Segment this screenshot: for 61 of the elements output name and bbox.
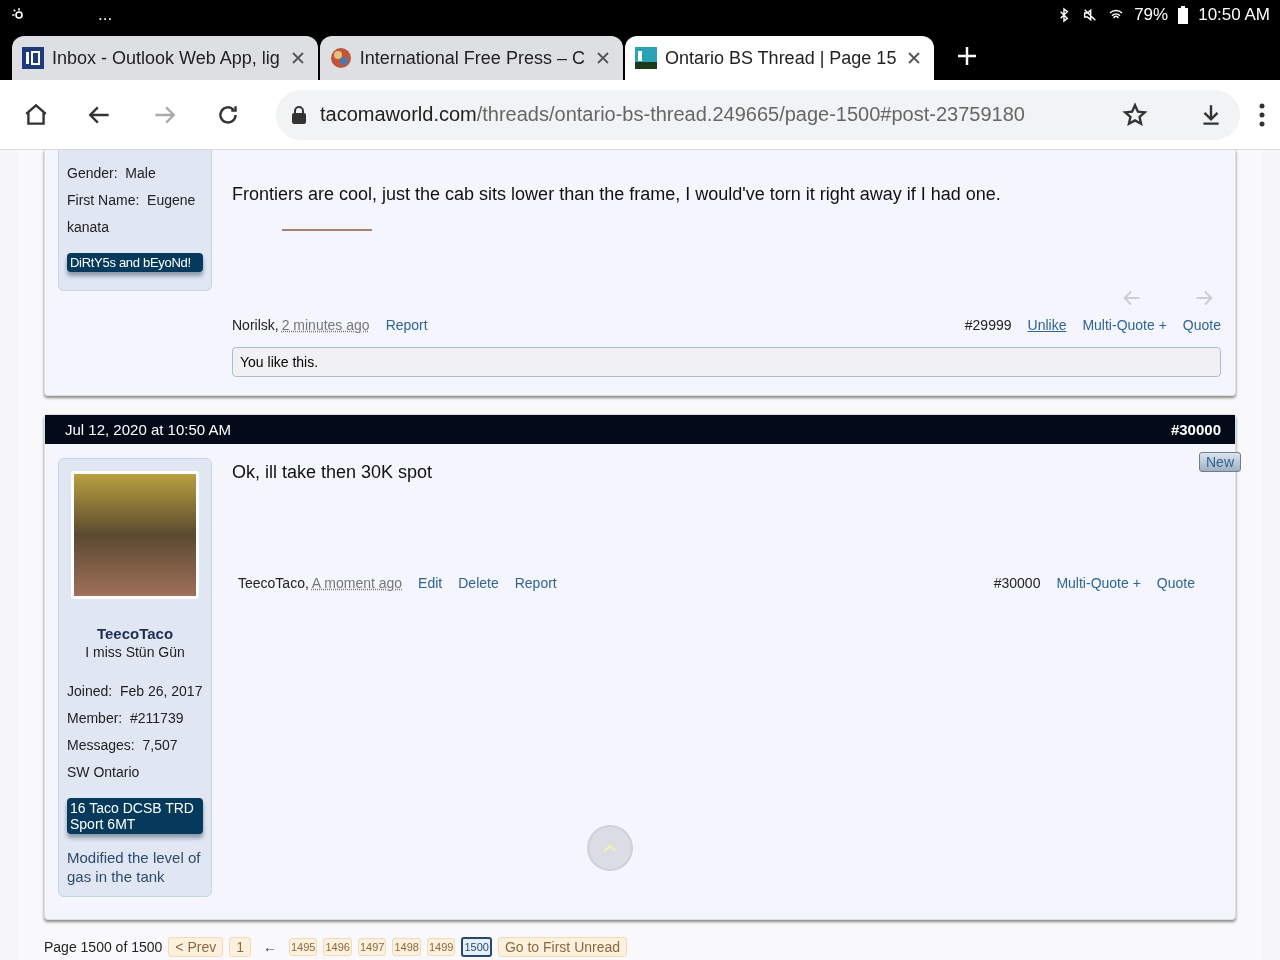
user-detail: Joined: Feb 26, 2017 bbox=[67, 682, 203, 701]
action-link[interactable]: Report bbox=[514, 575, 557, 591]
battery-icon bbox=[1178, 6, 1189, 24]
page-link[interactable]: 1496 bbox=[323, 938, 352, 956]
action-link[interactable]: Quote bbox=[1156, 575, 1195, 591]
action-link[interactable]: Multi-Quote + bbox=[1056, 575, 1141, 591]
post-number[interactable]: #30000 bbox=[1170, 421, 1221, 438]
user-detail: Gender: Male bbox=[67, 164, 157, 183]
post-author[interactable]: Norilsk, bbox=[232, 317, 279, 333]
tab-favicon-icon bbox=[634, 47, 657, 69]
action-link[interactable]: Delete bbox=[458, 575, 499, 591]
action-link[interactable]: Edit bbox=[418, 575, 443, 591]
first-unread-button[interactable]: Go to First Unread bbox=[497, 937, 628, 957]
action-link[interactable]: Multi-Quote + bbox=[1082, 317, 1167, 333]
lock-icon bbox=[292, 105, 306, 124]
page-link[interactable]: 1 bbox=[229, 937, 251, 957]
user-banner: 16 Taco DCSB TRD Sport 6MT bbox=[67, 798, 203, 834]
post-number[interactable]: #30000 bbox=[993, 575, 1041, 591]
action-link[interactable]: Unlike bbox=[1027, 317, 1067, 333]
url-text: tacomaworld.com/threads/ontario-bs-thread.249665/page-1500#post-23759180 bbox=[320, 103, 1026, 126]
post-author[interactable]: TeecoTaco, bbox=[238, 575, 309, 591]
clock: 10:50 AM bbox=[1198, 5, 1270, 25]
page-link[interactable]: 1500 bbox=[461, 937, 492, 957]
star-icon bbox=[1122, 101, 1148, 128]
user-detail: Member: #211739 bbox=[67, 709, 185, 728]
browser-tab[interactable]: Ontario BS Thread | Page 15 bbox=[624, 36, 935, 80]
battery-percent: 79% bbox=[1134, 5, 1169, 25]
user-detail: SW Ontario bbox=[67, 763, 141, 782]
post-time: A moment ago bbox=[311, 575, 403, 591]
page-link[interactable]: 1497 bbox=[357, 938, 387, 956]
plus-icon bbox=[956, 45, 979, 67]
post-number[interactable]: #29999 bbox=[964, 317, 1012, 333]
post-message: Frontiers are cool, just the cab sits lower than the frame, I would've torn it right away if I had one. bbox=[232, 184, 1002, 205]
page-summary: Page 1500 of 1500 bbox=[44, 939, 163, 955]
page-skip-arrow[interactable]: ← bbox=[263, 939, 277, 955]
mute-icon bbox=[1082, 7, 1099, 23]
page-link[interactable]: 1499 bbox=[426, 938, 456, 956]
browser-tab[interactable]: International Free Press – C bbox=[319, 36, 623, 80]
page-link[interactable]: 1498 bbox=[392, 938, 421, 956]
action-link[interactable]: Quote bbox=[1182, 317, 1221, 333]
user-detail: kanata bbox=[67, 218, 111, 237]
home-icon bbox=[23, 101, 49, 128]
new-badge: New bbox=[1199, 452, 1241, 472]
post-time: 2 minutes ago bbox=[281, 317, 370, 333]
browser-tab[interactable]: Inbox - Outlook Web App, lig bbox=[12, 36, 318, 80]
user-title: I miss Stün Gün bbox=[84, 644, 186, 660]
menu-icon[interactable] bbox=[1258, 101, 1266, 128]
username[interactable]: TeecoTaco bbox=[67, 625, 203, 642]
user-detail: First Name: Eugene bbox=[67, 191, 197, 210]
tab-favicon-icon bbox=[22, 47, 44, 69]
notification-dots: ... bbox=[98, 5, 113, 25]
prev-page-button[interactable]: < Prev bbox=[168, 937, 224, 957]
user-detail: Messages: 7,507 bbox=[67, 736, 179, 755]
likes-summary: You like this. bbox=[232, 347, 1221, 377]
action-link[interactable]: Report bbox=[385, 317, 428, 333]
user-banner: DiRtY5s and bEyoNd! bbox=[67, 253, 203, 272]
post-date: Jul 12, 2020 at 10:50 AM bbox=[65, 421, 231, 438]
address-bar[interactable]: tacomaworld.com/threads/ontario-bs-thread.249665/page-1500#post-23759180 bbox=[276, 89, 1240, 140]
globe-icon bbox=[329, 47, 352, 69]
user-signature: Modified the level of gas in the tank bbox=[67, 848, 202, 886]
page-link[interactable]: 1495 bbox=[289, 938, 318, 956]
